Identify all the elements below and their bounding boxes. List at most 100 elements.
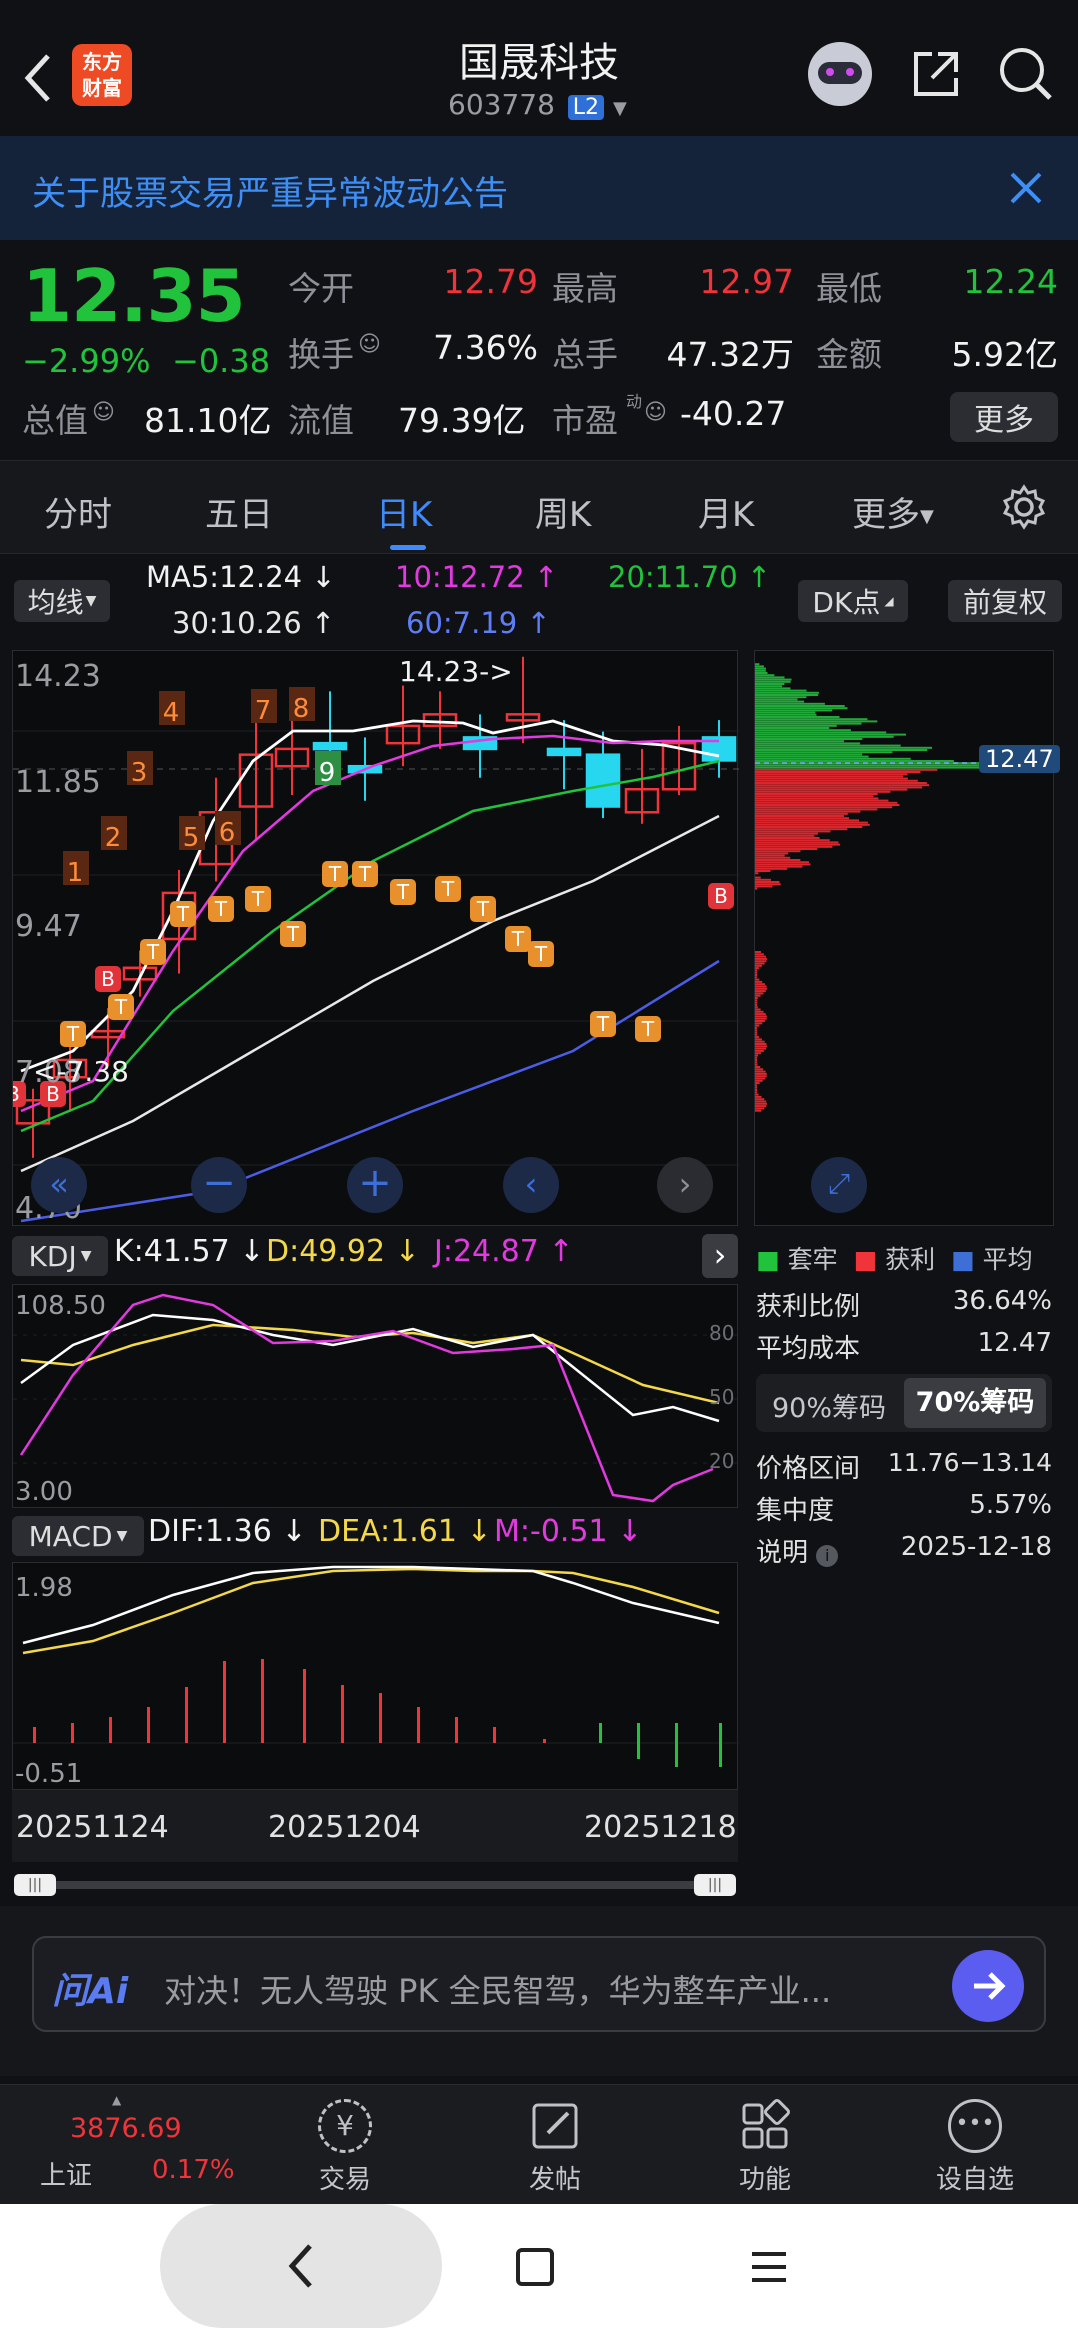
mcap-info-icon[interactable]: ☺: [92, 400, 115, 425]
chip-bar: [755, 790, 891, 793]
share-icon[interactable]: [908, 46, 964, 102]
index-widget[interactable]: ▲ 3876.69 上证 0.17%: [40, 2093, 240, 2197]
chip-bar: [755, 685, 783, 688]
chip-bar: [755, 969, 757, 972]
legend-square-profit: ■: [853, 1245, 878, 1274]
chip-bar: [755, 1102, 767, 1105]
zoom-out-button[interactable]: −: [191, 1157, 247, 1213]
chip-tabs: 90%筹码 70%筹码: [756, 1374, 1052, 1432]
tab-weekly-k[interactable]: 周K: [535, 487, 591, 536]
range-slider[interactable]: ||| |||: [14, 1874, 736, 1896]
macd-selector[interactable]: MACD ▼: [12, 1516, 144, 1556]
tab-daily-k[interactable]: 日K: [376, 487, 432, 536]
change-pct: −2.99%: [22, 342, 151, 380]
robot-avatar-icon[interactable]: [808, 42, 872, 106]
chip-bar: [755, 689, 807, 692]
chip-bar: [755, 678, 792, 681]
nav-trade[interactable]: ¥ 交易: [280, 2099, 410, 2196]
signal-marker-label: T: [441, 877, 455, 901]
ma30-arrow: ↑: [310, 606, 336, 640]
turnover-value: 7.36%: [433, 328, 538, 367]
macd-histogram-bar: [455, 1717, 458, 1743]
tab-monthly-k[interactable]: 月K: [698, 487, 754, 536]
chip-bar: [755, 955, 767, 958]
chip-bar: [755, 713, 817, 716]
notice-bar[interactable]: 关于股票交易严重异常波动公告: [0, 136, 1078, 240]
kdj-expand-button[interactable]: ›: [702, 1234, 738, 1278]
chip-bar: [755, 1045, 767, 1048]
tab-90-chips[interactable]: 90%筹码: [772, 1386, 886, 1425]
chip-bar: [755, 1049, 764, 1052]
date-axis: 20251124 20251204 20251218: [12, 1790, 738, 1862]
legend-profit: 获利: [885, 1245, 936, 1274]
ma20-arrow: ↑: [746, 560, 772, 594]
tab-active-underline: [390, 545, 426, 550]
macd-chart[interactable]: 1.98 -0.51: [12, 1562, 739, 1790]
expand-icon[interactable]: ⤢: [811, 1157, 867, 1213]
system-back-button[interactable]: [160, 2204, 442, 2328]
info-icon[interactable]: ☺: [358, 332, 381, 357]
chip-bar: [755, 711, 816, 714]
signal-marker-label: T: [286, 922, 300, 946]
kdj-selector[interactable]: KDJ ▼: [12, 1236, 108, 1276]
signal-marker-label: T: [114, 995, 128, 1019]
macd-histogram-bar: [33, 1727, 36, 1743]
open-value: 12.79: [443, 262, 538, 301]
scroll-left-button[interactable]: ‹: [503, 1157, 559, 1213]
nav-post[interactable]: 发帖: [490, 2099, 620, 2196]
chip-bar: [755, 784, 930, 787]
close-icon[interactable]: [1008, 170, 1044, 206]
nav-functions[interactable]: 功能: [700, 2099, 830, 2196]
chip-bar: [755, 749, 928, 751]
index-name: 上证: [40, 2161, 93, 2191]
system-home-icon[interactable]: [516, 2248, 554, 2286]
chip-bar: [755, 1017, 767, 1020]
chip-bar: [755, 964, 762, 967]
tab-intraday[interactable]: 分时: [44, 487, 112, 536]
ma5-legend: MA5:12.24 ↓: [146, 560, 336, 594]
ai-text: 对决！无人驾驶 PK 全民智驾，华为整车产业...: [164, 1972, 832, 2010]
signal-marker-label: T: [534, 942, 548, 966]
macd-histogram-bar: [147, 1707, 150, 1743]
nav-add-watchlist[interactable]: ••• 设自选: [910, 2099, 1040, 2196]
tab-70-chips[interactable]: 70%筹码: [904, 1378, 1046, 1428]
countdown-digit: 4: [163, 698, 180, 728]
search-icon[interactable]: [996, 44, 1056, 104]
range-handle-left[interactable]: |||: [14, 1874, 56, 1896]
kdj-chart[interactable]: 108.50 3.00 80 50 20: [12, 1284, 739, 1508]
chip-bar: [755, 1054, 759, 1057]
ma-selector[interactable]: 均线 ▼: [14, 580, 110, 622]
chip-bar: [755, 1059, 757, 1062]
ai-go-button[interactable]: [952, 1950, 1024, 2022]
pe-info-icon[interactable]: ☺: [644, 400, 667, 425]
yen-circle-icon: ¥: [318, 2099, 372, 2153]
kline-chart[interactable]: BTBTTTTTTTTTTTTTTTBB123456789 14.23 11.8…: [12, 650, 739, 1226]
chip-bar: [755, 1038, 762, 1041]
adjust-button[interactable]: 前复权: [948, 580, 1062, 622]
chip-bar: [755, 1070, 766, 1073]
scroll-far-left-button[interactable]: «: [31, 1157, 87, 1213]
scroll-right-button[interactable]: ›: [657, 1157, 713, 1213]
ai-banner[interactable]: 问Ai 对决！无人驾驶 PK 全民智驾，华为整车产业...: [32, 1936, 1046, 2032]
chip-bar: [755, 1036, 759, 1039]
chip-bar: [755, 753, 863, 756]
chip-bar: [755, 1015, 767, 1018]
chip-bar: [755, 845, 833, 848]
range-handle-right[interactable]: |||: [694, 1874, 736, 1896]
chip-bar: [755, 830, 831, 833]
chip-distribution[interactable]: 12.47 ⤢: [754, 650, 1060, 1226]
dk-point-button[interactable]: DK点 ◢: [798, 580, 908, 622]
chip-bar: [755, 691, 819, 694]
system-menu-icon[interactable]: [750, 2248, 788, 2286]
tab-more[interactable]: 更多▼: [852, 487, 934, 536]
kdj-svg: [13, 1293, 739, 1503]
countdown-digit: 3: [131, 758, 148, 788]
kdj-j: J:24.87 ↑: [434, 1234, 574, 1269]
note-label[interactable]: 说明 i: [756, 1532, 839, 1569]
stock-code-row[interactable]: 603778 L2 ▼: [448, 88, 627, 121]
settings-gear-icon[interactable]: [1000, 483, 1048, 531]
zoom-in-button[interactable]: +: [347, 1157, 403, 1213]
tab-five-day[interactable]: 五日: [205, 487, 273, 536]
more-button[interactable]: 更多: [950, 392, 1058, 442]
index-pct: 0.17%: [152, 2155, 235, 2185]
